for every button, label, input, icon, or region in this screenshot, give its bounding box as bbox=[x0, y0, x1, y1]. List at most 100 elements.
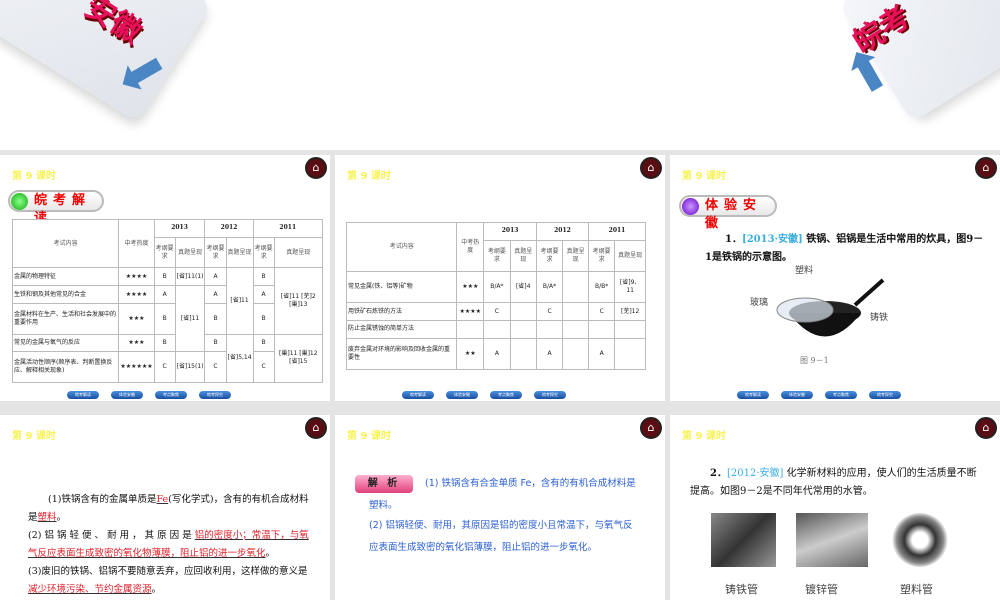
cell: 金属活动性顺序(顺序表、判断置换反应、解释相关现象) bbox=[11, 351, 120, 383]
cell: A bbox=[204, 285, 227, 304]
label-iron: 铸铁 bbox=[870, 313, 889, 323]
cell: [省]11(1) bbox=[174, 267, 206, 287]
cell: B bbox=[252, 267, 275, 287]
nav-button[interactable]: 皖考探究 bbox=[199, 391, 231, 399]
cell: C bbox=[153, 351, 176, 383]
nav-button[interactable]: 皖考解读 bbox=[737, 391, 769, 399]
home-icon[interactable]: ⌂ bbox=[640, 417, 662, 439]
th-req: 考纲要求 bbox=[535, 239, 564, 273]
lesson-label: 第 9 课时 bbox=[682, 171, 726, 182]
cell bbox=[588, 319, 616, 339]
th-req: 考纲要求 bbox=[153, 236, 176, 269]
slide-thumbnail-2[interactable]: 第 9 课时 ⌂ 考试内容 中考热度 2013 2012 2011 考纲要求 真题呈现 考纲… bbox=[335, 155, 665, 401]
exam-table: 考试内容 中考热度 2013 2012 2011 考纲要求 真题呈现 考纲要求 真题呈现 考纲要… bbox=[345, 222, 646, 371]
th-req: 考纲要求 bbox=[252, 236, 275, 269]
cell: A bbox=[535, 337, 564, 371]
cell bbox=[535, 319, 564, 339]
th-exam: 真题呈现 bbox=[614, 239, 646, 273]
lesson-label: 第 9 课时 bbox=[12, 431, 56, 442]
q-num: 2． bbox=[710, 468, 727, 479]
exam-table: 考试内容 中考热度 2013 2012 2011 考纲要求 真题呈现 考纲要求 真题呈现 考纲要… bbox=[11, 218, 324, 384]
slide-thumbnail-4[interactable]: 第 9 课时 ⌂ (1)铁锅含有的金属单质是Fe(写化学式)，含有的有机合成材料… bbox=[0, 415, 330, 600]
cell: ★★ bbox=[456, 337, 485, 371]
text: (3)废旧的铁锅、铝锅不要随意丢弃，应回收利用，这样做的意义是 bbox=[28, 566, 308, 577]
q-source: [2012·安徽] bbox=[726, 468, 784, 479]
green-dot-icon bbox=[11, 193, 28, 210]
cell: ★★★★★★ bbox=[118, 351, 155, 383]
home-icon[interactable]: ⌂ bbox=[640, 157, 662, 179]
nav-button[interactable]: 体验安徽 bbox=[111, 391, 143, 399]
home-icon[interactable]: ⌂ bbox=[975, 417, 997, 439]
cell: 常见金属(铁、铝等)矿物 bbox=[345, 270, 458, 304]
nav-button[interactable]: 考点聚焦 bbox=[825, 391, 857, 399]
figure-caption: 图 9－1 bbox=[800, 356, 829, 365]
cell: B/A* bbox=[535, 270, 564, 304]
q-num: 1． bbox=[725, 234, 742, 245]
th-2012: 2012 bbox=[535, 222, 590, 241]
analysis-text-1: (1) 铁锅含有合金单质 Fe，含有的有机合成材料是塑料。 bbox=[369, 478, 636, 511]
cell: [巢]11 [巢]12 [省]15 bbox=[273, 333, 324, 384]
caption-galvanized: 镀锌管 bbox=[805, 583, 838, 596]
cell: C bbox=[535, 302, 564, 321]
cell: [省]11 bbox=[174, 285, 206, 353]
cell: [省]4 bbox=[509, 270, 537, 304]
cell: [省]5,14 bbox=[225, 333, 254, 384]
cell: [省]9、11 bbox=[614, 270, 646, 304]
home-icon[interactable]: ⌂ bbox=[305, 157, 327, 179]
th-2011: 2011 bbox=[588, 222, 646, 241]
cell: A bbox=[252, 285, 275, 304]
cell: C bbox=[204, 351, 227, 383]
cell: B/B* bbox=[588, 270, 616, 304]
cell: ★★★ bbox=[456, 270, 485, 304]
cell: B bbox=[153, 333, 176, 353]
th-exam: 真题呈现 bbox=[225, 236, 254, 269]
answer-1: Fe bbox=[156, 494, 169, 505]
slide-thumbnail-1[interactable]: 第 9 课时 ⌂ 皖考解读 考试内容中考热度201320122011 考纲要求真… bbox=[0, 155, 330, 401]
nav-bar: 皖考解读 体验安徽 考点聚焦 皖考探究 bbox=[402, 391, 566, 399]
cell: C bbox=[252, 351, 275, 383]
nav-button[interactable]: 考点聚焦 bbox=[155, 391, 187, 399]
cell: ★★★ bbox=[118, 333, 155, 353]
cell bbox=[614, 319, 646, 339]
cell: C bbox=[588, 302, 616, 321]
cell: A bbox=[153, 285, 176, 304]
nav-button[interactable]: 体验安徽 bbox=[781, 391, 813, 399]
table-row: 防止金属锈蚀的简单方法 bbox=[345, 319, 646, 339]
th-req: 考纲要求 bbox=[204, 236, 227, 269]
th-heat: 中考热度 bbox=[456, 222, 485, 272]
cell: A bbox=[204, 267, 227, 287]
answer-4: 减少环境污染、节约金属资源 bbox=[28, 584, 152, 595]
slide-thumbnail-5[interactable]: 第 9 课时 ⌂ 解 析 (1) 铁锅含有合金单质 Fe，含有的有机合成材料是塑… bbox=[335, 415, 665, 600]
slide-thumbnail-3[interactable]: 第 9 课时 ⌂ 体验安徽 1．[2013·安徽] 铁锅、铝锅是生活中常用的炊具… bbox=[670, 155, 1000, 401]
cell: 用铁矿石炼铁的方法 bbox=[345, 302, 458, 321]
th-2013: 2013 bbox=[153, 219, 206, 238]
th-2012: 2012 bbox=[204, 219, 254, 238]
plastic-pipe-image bbox=[892, 513, 948, 567]
cell: 防止金属锈蚀的简单方法 bbox=[345, 319, 458, 339]
home-icon[interactable]: ⌂ bbox=[975, 157, 997, 179]
nav-button[interactable]: 皖考解读 bbox=[402, 391, 434, 399]
nav-button[interactable]: 皖考解读 bbox=[67, 391, 99, 399]
purple-dot-icon bbox=[682, 198, 699, 215]
th-exam: 真题呈现 bbox=[273, 236, 324, 269]
cell bbox=[562, 270, 590, 304]
home-icon[interactable]: ⌂ bbox=[305, 417, 327, 439]
cell: [芜]12 bbox=[614, 302, 646, 321]
cell: 生铁和钢及其他常见的合金 bbox=[11, 285, 120, 304]
lesson-label: 第 9 课时 bbox=[347, 171, 391, 182]
q-source: [2013·安徽] bbox=[741, 234, 803, 245]
nav-button[interactable]: 皖考探究 bbox=[869, 391, 901, 399]
cell: ★★★ bbox=[118, 302, 155, 335]
cell bbox=[614, 337, 646, 371]
cell bbox=[562, 319, 590, 339]
nav-button[interactable]: 体验安徽 bbox=[446, 391, 478, 399]
badge-label: 体验安徽 bbox=[705, 198, 763, 231]
cell: [省]11 [芜]2 [巢]13 bbox=[273, 267, 324, 335]
text: 。 bbox=[151, 584, 162, 595]
cell: 金属材料在生产、生活和社会发展中的重要作用 bbox=[11, 302, 120, 335]
cell: [省]11 bbox=[225, 267, 254, 335]
slide-thumbnail-6[interactable]: 第 9 课时 ⌂ 2．[2012·安徽] 化学新材料的应用，使人们的生活质量不断… bbox=[670, 415, 1000, 600]
th-content: 考试内容 bbox=[11, 218, 120, 269]
nav-button[interactable]: 皖考探究 bbox=[534, 391, 566, 399]
nav-button[interactable]: 考点聚焦 bbox=[490, 391, 522, 399]
